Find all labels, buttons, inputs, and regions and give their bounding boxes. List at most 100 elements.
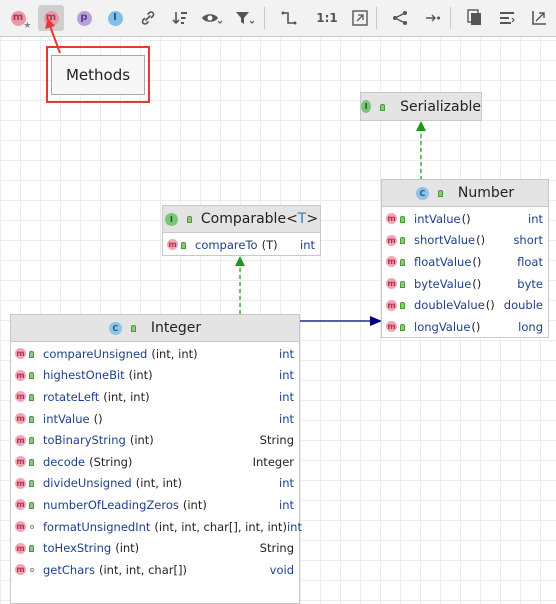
member-row[interactable]: m compareUnsigned (int, int) int	[11, 343, 299, 365]
member-params: (int)	[115, 541, 140, 556]
public-visibility-icon	[29, 501, 35, 509]
member-row[interactable]: m numberOfLeadingZeros (int) int	[11, 494, 299, 516]
member-params: ()	[485, 298, 495, 313]
method-icon: m	[15, 413, 26, 425]
member-row[interactable]: m compareTo (T) int	[163, 234, 320, 256]
node-header: C Number	[382, 180, 548, 207]
member-name: rotateLeft	[43, 389, 100, 404]
method-icon: m	[386, 299, 397, 311]
member-params: (int, int, char[], int, int)	[154, 519, 287, 534]
public-visibility-icon	[29, 415, 35, 423]
member-row[interactable]: m longValue() long	[382, 316, 548, 338]
member-row[interactable]: m toBinaryString (int) String	[11, 429, 299, 451]
method-icon: m	[15, 499, 26, 511]
member-params: (int)	[128, 368, 153, 383]
member-return-type: String	[259, 541, 294, 556]
member-params: (T)	[261, 237, 278, 252]
member-name: floatValue	[414, 254, 472, 269]
member-row[interactable]: m intValue() int	[382, 208, 548, 230]
node-serializable[interactable]: I Serializable	[360, 92, 482, 121]
member-name: toHexString	[43, 541, 112, 556]
member-params: (int, int, char[])	[98, 562, 187, 577]
method-icon: m	[386, 278, 397, 290]
method-icon: m	[167, 239, 178, 251]
member-row[interactable]: m rotateLeft (int, int) int	[11, 386, 299, 408]
member-return-type: byte	[517, 276, 543, 291]
member-row[interactable]: m toHexString (int) String	[11, 537, 299, 559]
edge-arrowhead	[416, 121, 426, 131]
member-name: numberOfLeadingZeros	[43, 497, 179, 512]
member-return-type: int	[279, 368, 294, 383]
public-visibility-icon	[29, 393, 35, 401]
method-icon: m	[15, 391, 26, 403]
member-name: shortValue	[414, 233, 476, 248]
public-visibility-icon	[29, 436, 35, 445]
member-params: (int)	[182, 497, 207, 512]
public-visibility-icon	[181, 241, 187, 249]
member-params: ()	[461, 211, 471, 226]
member-params: ()	[471, 319, 481, 334]
interface-icon: I	[164, 212, 178, 226]
member-params: (int, int)	[151, 346, 198, 361]
public-visibility-icon	[130, 324, 137, 332]
public-visibility-icon	[29, 458, 35, 466]
member-row[interactable]: m decode (String) Integer	[11, 451, 299, 473]
member-row[interactable]: m floatValue() float	[382, 251, 548, 273]
member-row[interactable]: m formatUnsignedInt (int, int, char[], int…	[11, 516, 302, 538]
node-number[interactable]: C Number m intValue() int m shortValue() shor…	[381, 179, 549, 338]
method-icon: m	[386, 213, 397, 225]
member-row[interactable]: m byteValue() byte	[382, 273, 548, 295]
node-title: Number	[457, 185, 515, 201]
member-row[interactable]: m doubleValue() double	[382, 294, 548, 316]
highlight-pointer-arrow	[45, 18, 61, 54]
node-title: Comparable<T>	[200, 211, 319, 227]
member-name: compareTo	[195, 237, 258, 252]
member-params: (int, int)	[135, 476, 183, 491]
member-name: toBinaryString	[43, 433, 126, 448]
public-visibility-icon	[29, 544, 35, 553]
node-header: I Serializable	[361, 93, 481, 120]
method-icon: m	[15, 348, 26, 360]
node-title: Integer	[150, 320, 202, 336]
public-visibility-icon	[400, 323, 406, 331]
node-integer[interactable]: C Integer m compareUnsigned (int, int) int m…	[10, 314, 302, 604]
member-params: (int, int)	[103, 389, 150, 404]
member-row[interactable]: m intValue() int	[11, 408, 299, 430]
method-icon: m	[386, 256, 397, 268]
member-return-type: long	[518, 319, 543, 334]
member-row[interactable]: m getChars (int, int, char[]) void	[11, 559, 299, 581]
method-icon: m	[386, 234, 397, 246]
member-name: divideUnsigned	[43, 476, 132, 491]
member-row[interactable]: m divideUnsigned (int, int) int	[11, 473, 299, 495]
member-name: longValue	[414, 319, 471, 334]
interface-icon: I	[361, 100, 372, 113]
public-visibility-icon	[29, 350, 35, 358]
method-icon: m	[15, 369, 26, 381]
member-name: highestOneBit	[43, 368, 125, 383]
package-visibility-icon	[29, 523, 35, 531]
member-params: (int)	[129, 433, 154, 448]
member-name: formatUnsignedInt	[43, 519, 151, 534]
node-header: C Integer	[11, 315, 299, 342]
public-visibility-icon	[380, 103, 386, 111]
member-return-type: int	[279, 389, 294, 404]
member-name: intValue	[414, 211, 461, 226]
class-icon: C	[415, 186, 429, 200]
node-comparable[interactable]: I Comparable<T> m compareTo (T) int	[162, 205, 321, 256]
member-name: byteValue	[414, 276, 472, 291]
public-visibility-icon	[437, 189, 444, 197]
public-visibility-icon	[400, 258, 406, 266]
member-row[interactable]: m highestOneBit (int) int	[11, 365, 299, 387]
member-list: m compareUnsigned (int, int) int m highestOne…	[11, 342, 302, 581]
method-icon: m	[15, 456, 26, 468]
member-row[interactable]: m shortValue() short	[382, 230, 548, 252]
public-visibility-icon	[400, 236, 406, 245]
member-name: doubleValue	[414, 298, 485, 313]
member-return-type: int	[528, 211, 543, 226]
member-return-type: String	[259, 433, 294, 448]
member-return-type: short	[513, 233, 543, 248]
member-return-type: int	[279, 411, 294, 426]
package-visibility-icon	[29, 566, 35, 574]
node-title: Serializable	[400, 98, 481, 115]
member-params: ()	[476, 233, 486, 248]
